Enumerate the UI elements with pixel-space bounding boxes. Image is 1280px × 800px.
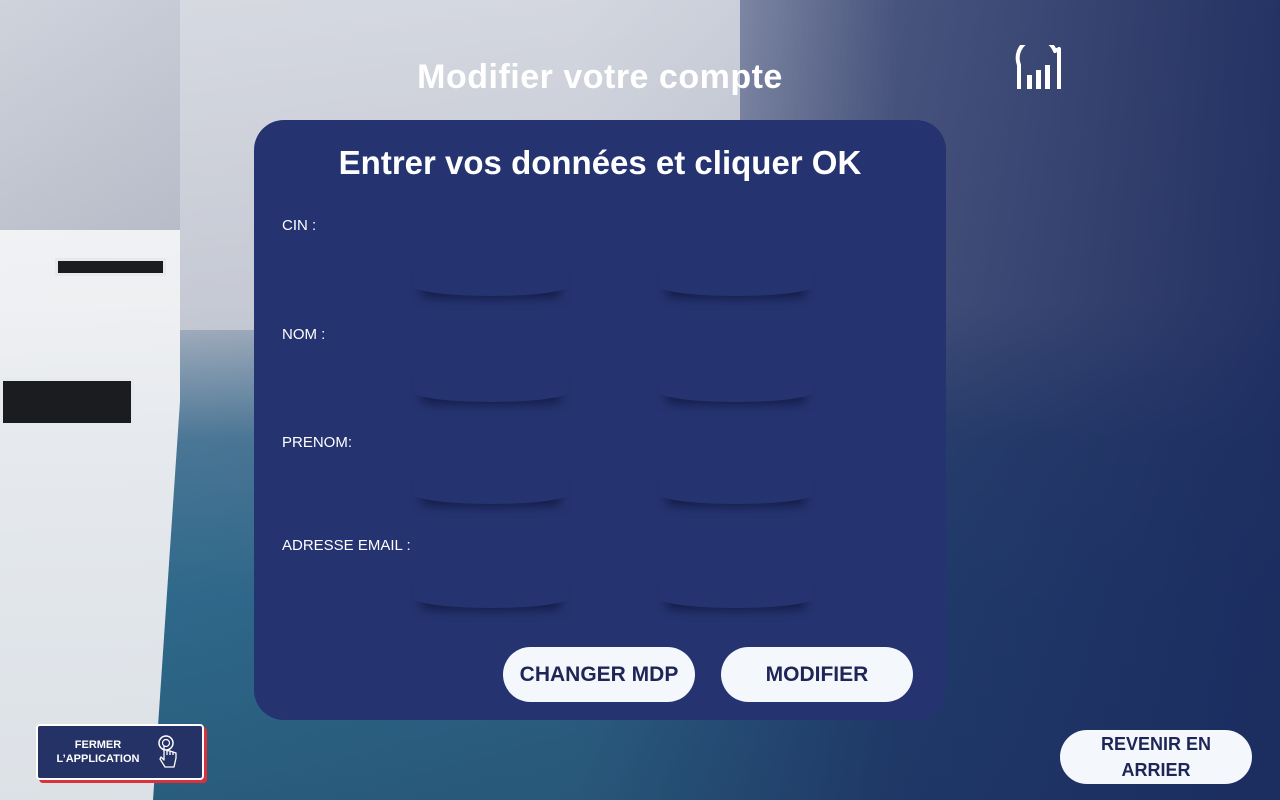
- close-application-button[interactable]: FERMER L’APPLICATION: [36, 724, 204, 780]
- email-input-secondary[interactable]: [659, 572, 813, 608]
- close-application-label: FERMER L’APPLICATION: [56, 739, 140, 765]
- modify-button[interactable]: MODIFIER: [721, 647, 913, 702]
- account-form-card: Entrer vos données et cliquer OK CIN : N…: [254, 120, 946, 720]
- nom-input[interactable]: [414, 366, 568, 402]
- touch-hand-icon: [158, 735, 177, 768]
- back-button[interactable]: REVENIR EN ARRIER: [1060, 730, 1252, 784]
- background-sink: [55, 258, 166, 276]
- nom-label: NOM :: [282, 326, 326, 343]
- prenom-input-secondary[interactable]: [659, 468, 813, 504]
- nom-input-secondary[interactable]: [659, 366, 813, 402]
- email-label: ADRESSE EMAIL :: [282, 537, 411, 554]
- prenom-input[interactable]: [414, 468, 568, 504]
- background-bench: [0, 230, 180, 800]
- email-input[interactable]: [414, 572, 568, 608]
- form-heading: Entrer vos données et cliquer OK: [338, 144, 862, 181]
- prenom-label: PRENOM:: [282, 434, 353, 451]
- cin-input-secondary[interactable]: [659, 260, 813, 296]
- cin-input[interactable]: [414, 260, 568, 296]
- background-sink: [0, 378, 134, 426]
- back-button-label: REVENIR EN ARRIER: [1100, 734, 1212, 780]
- change-password-button[interactable]: CHANGER MDP: [503, 647, 695, 702]
- cin-label: CIN :: [282, 217, 317, 234]
- bar-chart-logo-icon: [1015, 45, 1061, 89]
